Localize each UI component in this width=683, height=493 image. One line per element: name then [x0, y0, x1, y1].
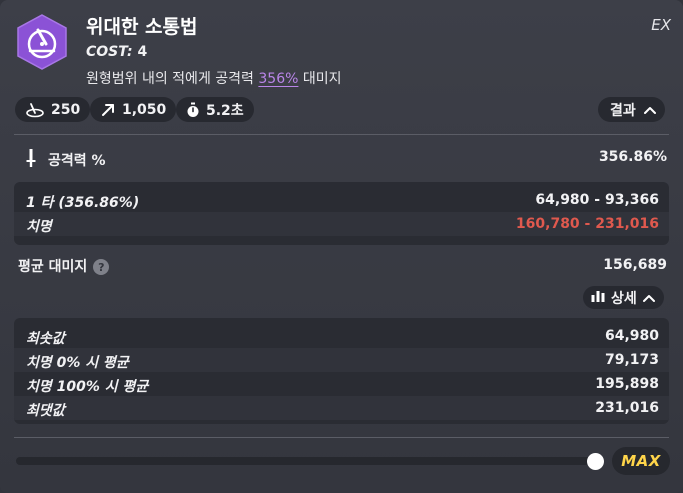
atk-value: 356.86%	[598, 149, 667, 165]
hit-label: 1 타 (356.86%)	[26, 195, 140, 211]
max-value: 231,016	[595, 400, 659, 416]
atk-label: 공격력 %	[48, 153, 106, 169]
table-row: 치명 0% 시 평균 79,173	[14, 348, 669, 372]
atk-row: 공격력 %	[26, 148, 106, 172]
crit-value: 160,780 - 231,016	[515, 216, 659, 232]
stopwatch-icon	[186, 102, 200, 118]
detail-table: 최솟값 64,980 치명 0% 시 평균 79,173 치명 100% 시 평…	[14, 318, 669, 424]
table-row: 최솟값 64,980	[14, 324, 669, 348]
chevron-up-icon	[642, 290, 655, 306]
crit-label: 치명	[26, 219, 52, 235]
range-value: 250	[51, 101, 81, 118]
hit-table: 1 타 (356.86%) 64,980 - 93,366 치명 160,780…	[14, 182, 669, 245]
skill-detail-panel: 위대한 소통법 COST: 4 원형범위 내의 적에게 공격력 356% 대미지…	[0, 0, 683, 493]
desc-highlight-link[interactable]: 356%	[258, 71, 298, 87]
skill-name: 위대한 소통법	[86, 16, 198, 38]
sword-icon	[26, 148, 36, 172]
cooldown-value: 5.2초	[206, 102, 244, 119]
skill-description: 원형범위 내의 적에게 공격력 356% 대미지	[86, 68, 342, 88]
cost-value: 4	[137, 44, 148, 60]
result-toggle-label: 결과	[610, 102, 636, 119]
max-button[interactable]: MAX	[612, 447, 670, 475]
table-row: 치명 160,780 - 231,016	[14, 212, 669, 236]
avg-damage-label: 평균 대미지	[18, 259, 88, 275]
table-row: 치명 100% 시 평균 195,898	[14, 372, 669, 396]
level-slider-thumb[interactable]	[587, 453, 604, 470]
chevron-up-icon	[643, 102, 656, 118]
avg-crit100-label: 치명 100% 시 평균	[26, 379, 149, 395]
bar-chart-icon	[591, 289, 605, 306]
avg-crit0-value: 79,173	[604, 352, 659, 368]
detail-toggle-label: 상세	[611, 290, 637, 307]
min-label: 최솟값	[26, 331, 65, 347]
skill-icon	[16, 14, 68, 70]
radius-pill: 1,050	[90, 97, 177, 122]
range-icon	[25, 102, 45, 118]
level-slider-track[interactable]	[16, 457, 598, 465]
arrow-up-right-icon	[100, 102, 116, 118]
result-toggle-button[interactable]: 결과	[598, 97, 665, 122]
avg-damage-value: 156,689	[603, 257, 667, 273]
range-pill: 250	[15, 97, 91, 122]
detail-toggle-button[interactable]: 상세	[583, 286, 664, 309]
skill-cost: COST: 4	[86, 44, 147, 60]
desc-prefix: 원형범위 내의 적에게 공격력	[86, 71, 259, 87]
table-row: 최댓값 231,016	[14, 396, 669, 420]
help-icon[interactable]: ?	[93, 259, 110, 275]
desc-suffix: 대미지	[298, 71, 342, 87]
cost-label: COST:	[86, 44, 133, 60]
avg-crit100-value: 195,898	[595, 376, 659, 392]
cooldown-pill: 5.2초	[176, 97, 254, 122]
radius-value: 1,050	[122, 101, 167, 118]
divider	[14, 134, 669, 135]
hit-value: 64,980 - 93,366	[535, 192, 659, 208]
avg-crit0-label: 치명 0% 시 평균	[26, 355, 129, 371]
skill-grade-badge: EX	[651, 16, 671, 34]
avg-damage-row: 평균 대미지?	[18, 256, 110, 276]
min-value: 64,980	[604, 328, 659, 344]
table-row: 1 타 (356.86%) 64,980 - 93,366	[14, 188, 669, 212]
divider	[14, 437, 669, 438]
max-label: 최댓값	[26, 403, 65, 419]
